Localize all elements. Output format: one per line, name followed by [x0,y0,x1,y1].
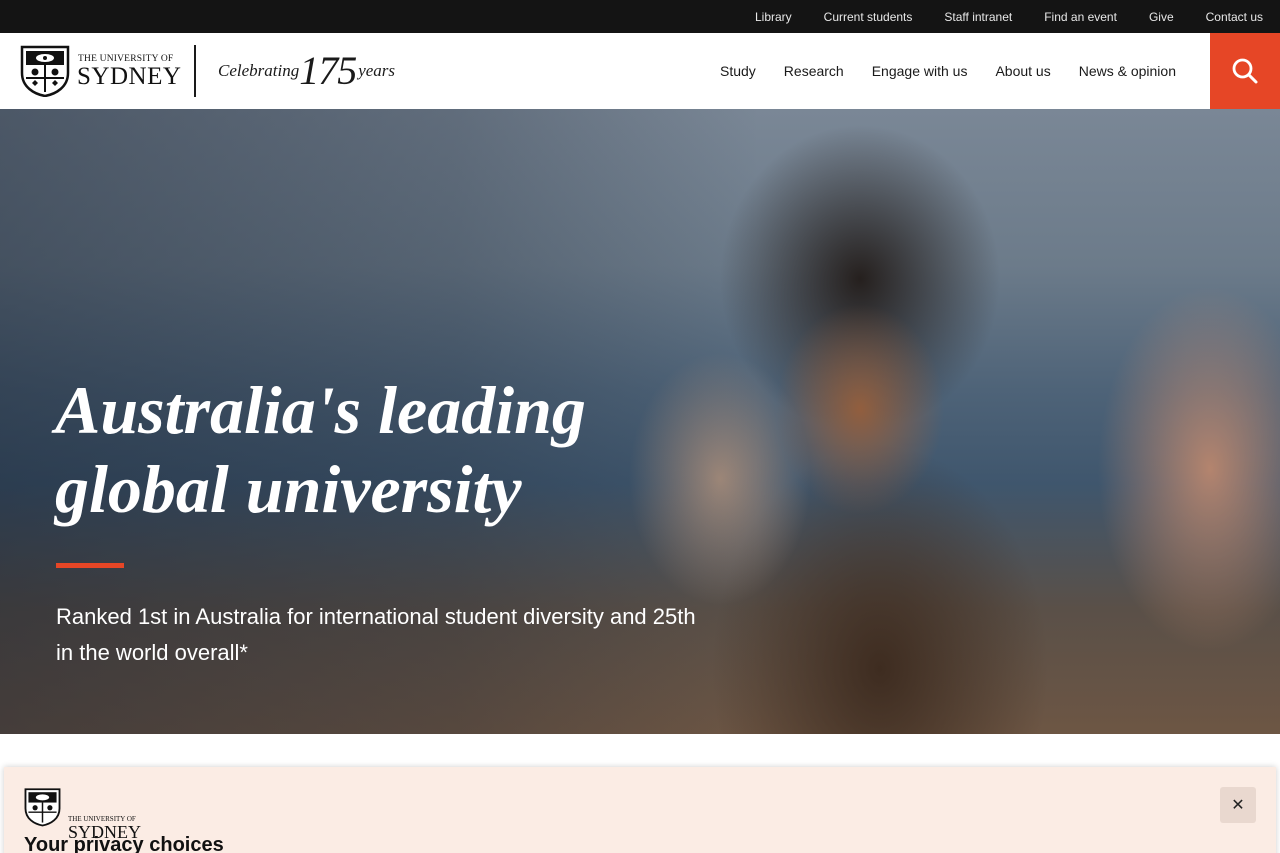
nav-study[interactable]: Study [720,63,756,79]
university-logo[interactable]: THE UNIVERSITY OF SYDNEY [20,45,181,97]
search-button[interactable] [1210,33,1280,109]
hero-title-line-2: global university [55,451,522,527]
anniversary-badge: Celebrating175 years [218,47,395,94]
privacy-title: Your privacy choices [24,834,224,853]
close-icon: ✕ [1231,797,1245,814]
close-button[interactable]: ✕ [1220,787,1256,823]
nav-about-us[interactable]: About us [995,63,1050,79]
utility-link-staff-intranet[interactable]: Staff intranet [944,10,1012,24]
utility-link-find-an-event[interactable]: Find an event [1044,10,1117,24]
utility-nav: Library Current students Staff intranet … [739,0,1280,33]
anniversary-unit: years [358,61,396,80]
crest-icon [24,788,61,827]
hero-subtitle: Ranked 1st in Australia for internationa… [56,604,696,665]
nav-engage-with-us[interactable]: Engage with us [872,63,968,79]
utility-link-give[interactable]: Give [1149,10,1174,24]
anniversary-number: 175 [299,48,357,93]
utility-bar: Library Current students Staff intranet … [0,0,1280,33]
hero-accent-rule [56,563,124,568]
utility-link-library[interactable]: Library [755,10,792,24]
crest-icon [20,45,70,97]
privacy-logo: THE UNIVERSITY OF SYDNEY [24,787,144,842]
nav-research[interactable]: Research [784,63,844,79]
logo-divider [194,45,196,97]
utility-link-contact-us[interactable]: Contact us [1206,10,1263,24]
hero-banner: Australia's leading global university Ra… [0,109,1280,734]
site-header: THE UNIVERSITY OF SYDNEY Celebrating175 y… [0,33,1280,109]
anniversary-word: Celebrating [218,61,300,80]
utility-link-current-students[interactable]: Current students [824,10,913,24]
hero-title-line-1: Australia's leading [55,372,586,448]
privacy-banner: THE UNIVERSITY OF SYDNEY Your privacy ch… [4,767,1276,853]
main-nav: Study Research Engage with us About us N… [692,33,1176,109]
nav-news-opinion[interactable]: News & opinion [1079,63,1176,79]
logo-big-text: SYDNEY [77,63,182,90]
hero-title: Australia's leading global university [55,371,695,529]
search-icon [1232,58,1258,84]
